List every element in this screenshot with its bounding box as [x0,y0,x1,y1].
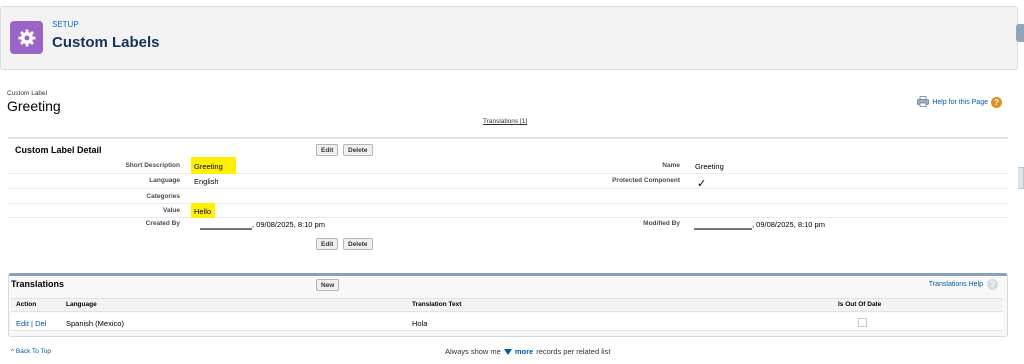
delete-translation-link[interactable]: Del [35,319,46,328]
section-divider [8,137,1008,139]
record-name: Greeting [7,98,61,114]
redacted-user [694,228,752,230]
printer-icon[interactable] [917,96,930,109]
records-per-list-control: Always show me more records per related … [445,347,610,356]
language-value: English [194,177,219,186]
created-by-label: Created By [145,220,180,227]
gear-icon [10,21,43,54]
created-by-value: , 09/08/2025, 8:10 pm [252,220,325,229]
row-divider [8,188,1008,189]
value-label: Value [163,207,180,214]
back-to-top-label[interactable]: Back To Top [16,348,51,355]
record-type-label: Custom Label [7,90,48,97]
detail-section-title: Custom Label Detail [15,145,102,155]
row-divider [8,203,1008,204]
row-actions: Edit | Del [16,319,46,328]
short-description-value: Greeting [194,162,223,171]
column-header-action: Action [16,301,37,308]
protected-component-label: Protected Component [612,177,680,184]
sidebar-toggle-tab[interactable] [1016,24,1024,42]
help-link-label[interactable]: Help for this Page [932,99,988,106]
value-value: Hello [194,207,212,216]
table-row [11,313,1003,331]
help-for-this-page-link[interactable]: Help for this Page ? [917,96,1002,109]
translations-help-link[interactable]: Translations Help ? [929,279,998,290]
modified-by-value: , 09/08/2025, 8:10 pm [752,220,825,229]
column-header-language: Language [66,301,97,308]
setup-header: SETUP Custom Labels [0,6,1018,70]
translations-jump-link[interactable]: Translations [1] [483,118,527,125]
column-header-translation-text: Translation Text [412,301,462,308]
back-to-top-link[interactable]: ^ Back To Top [11,348,51,355]
edit-button-bottom[interactable]: Edit [316,238,339,250]
translation-text: Hola [412,319,428,328]
help-question-icon[interactable]: ? [991,97,1002,108]
translations-title: Translations [11,279,65,289]
always-show-label: Always show me [445,347,501,356]
edit-translation-link[interactable]: Edit [16,319,29,328]
delete-button-top[interactable]: Delete [343,144,373,156]
edit-button-top[interactable]: Edit [316,144,339,156]
categories-label: Categories [146,193,180,200]
action-separator: | [31,319,33,328]
help-question-icon[interactable]: ? [987,279,998,290]
redacted-user [200,228,252,230]
row-divider [8,173,1008,174]
out-of-date-checkbox [858,318,867,327]
column-header-out-of-date: Is Out Of Date [838,301,882,308]
modified-by-label: Modified By [643,220,680,227]
language-label: Language [149,177,180,184]
translations-help-label[interactable]: Translations Help [929,281,983,288]
triangle-down-icon[interactable] [503,348,512,355]
name-value: Greeting [695,162,724,171]
name-label: Name [662,162,680,169]
new-translation-button[interactable]: New [316,279,340,291]
translation-language: Spanish (Mexico) [66,319,124,328]
protected-checkmark: ✓ [697,178,707,190]
records-per-list-label: records per related list [536,347,611,356]
caret-up-icon: ^ [11,348,15,355]
page-title: Custom Labels [52,34,160,51]
row-divider [8,217,1008,218]
setup-eyebrow[interactable]: SETUP [52,20,79,29]
short-description-label: Short Description [125,162,180,169]
delete-button-bottom[interactable]: Delete [343,238,373,250]
show-more-link[interactable]: more [515,347,533,356]
